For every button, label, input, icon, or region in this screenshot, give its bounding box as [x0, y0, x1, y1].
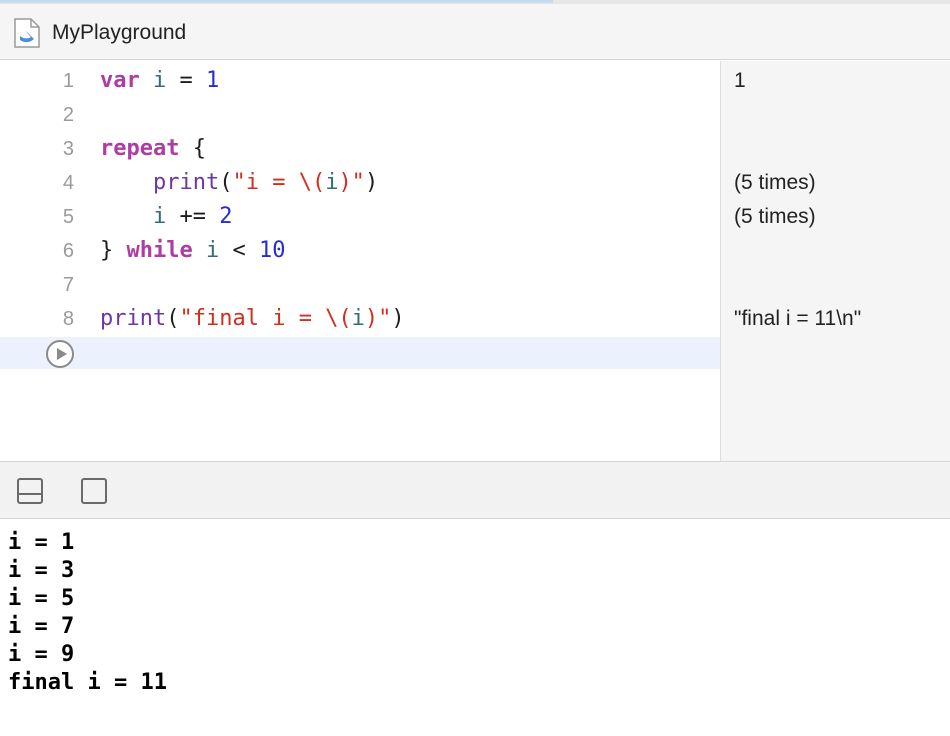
variable-token: i	[152, 204, 167, 229]
paren-token: (	[219, 170, 233, 195]
code-text[interactable]: print("final i = \(i)")	[100, 306, 405, 331]
line-number: 4	[62, 172, 74, 194]
line-number: 5	[62, 206, 74, 228]
code-text[interactable]: i += 2	[100, 204, 233, 229]
variable-token: i	[205, 238, 220, 263]
number-token: 10	[258, 238, 286, 263]
square-icon[interactable]	[81, 478, 107, 504]
console-line: i = 9	[8, 642, 75, 667]
line-number: 8	[62, 308, 74, 330]
code-text[interactable]: repeat {	[100, 136, 206, 161]
brace-token: {	[192, 136, 206, 161]
code-line-2[interactable]: 2	[0, 98, 720, 132]
variable-token: i	[325, 170, 339, 195]
code-line-4[interactable]: 4 print("i = \(i)")	[0, 166, 720, 200]
debug-area-toolbar	[0, 461, 950, 519]
console-output[interactable]: i = 1 i = 3 i = 5 i = 7 i = 9 final i = …	[0, 519, 950, 736]
function-token: print	[100, 306, 167, 331]
paren-token: (	[166, 306, 180, 331]
code-line-5[interactable]: 5 i += 2	[0, 200, 720, 234]
operator-token: +=	[179, 204, 206, 229]
code-line-1[interactable]: 1 var i = 1	[0, 64, 720, 98]
code-text[interactable]: var i = 1	[100, 68, 219, 93]
code-line-3[interactable]: 3 repeat {	[0, 132, 720, 166]
split-panel-icon[interactable]	[17, 478, 43, 504]
code-text[interactable]: } while i < 10	[100, 238, 285, 263]
swift-file-icon	[14, 18, 40, 48]
keyword-token: repeat	[100, 136, 180, 161]
line-number: 3	[62, 138, 74, 160]
result-line-5[interactable]: (5 times)	[734, 205, 816, 229]
line-number: 7	[62, 274, 74, 296]
tab-indicator	[0, 0, 553, 3]
paren-token: )	[364, 170, 379, 195]
line-number: 6	[62, 240, 74, 262]
console-line: i = 1	[8, 530, 75, 555]
variable-token: i	[351, 306, 365, 331]
keyword-token: while	[126, 238, 193, 263]
brace-token: }	[100, 238, 114, 263]
console-line: i = 3	[8, 558, 75, 583]
play-icon	[57, 348, 67, 360]
operator-token: =	[179, 68, 193, 93]
window-title: MyPlayground	[52, 21, 187, 44]
function-token: print	[152, 170, 220, 195]
console-line: i = 5	[8, 586, 75, 611]
run-button[interactable]	[46, 340, 74, 368]
title-bar: MyPlayground	[0, 4, 950, 60]
code-editor[interactable]: 1 var i = 1 2 3 repeat { 4 print("i = \(…	[0, 61, 720, 461]
console-line: final i = 11	[8, 670, 167, 695]
line-number: 1	[62, 70, 74, 92]
code-line-7[interactable]: 7	[0, 268, 720, 302]
result-line-8[interactable]: "final i = 11\n"	[734, 307, 861, 331]
string-token: "final i = \(	[179, 306, 352, 331]
code-line-6[interactable]: 6 } while i < 10	[0, 234, 720, 268]
number-token: 1	[206, 68, 220, 93]
console-text: i = 1 i = 3 i = 5 i = 7 i = 9 final i = …	[8, 529, 167, 697]
code-line-8[interactable]: 8 print("final i = \(i)")	[0, 302, 720, 336]
code-text[interactable]: print("i = \(i)")	[100, 170, 378, 195]
line-number: 2	[62, 104, 74, 126]
result-line-4[interactable]: (5 times)	[734, 171, 816, 195]
current-line-highlight	[0, 337, 720, 369]
number-token: 2	[219, 204, 233, 229]
string-token: "i = \(	[232, 170, 326, 195]
paren-token: )	[391, 306, 405, 331]
string-token: )"	[364, 306, 392, 331]
result-line-1[interactable]: 1	[734, 69, 746, 93]
string-token: )"	[338, 170, 365, 195]
results-sidebar: 1 (5 times) (5 times) "final i = 11\n"	[720, 61, 950, 461]
variable-token: i	[153, 68, 167, 93]
console-line: i = 7	[8, 614, 75, 639]
operator-token: <	[232, 238, 246, 263]
keyword-token: var	[100, 68, 140, 93]
